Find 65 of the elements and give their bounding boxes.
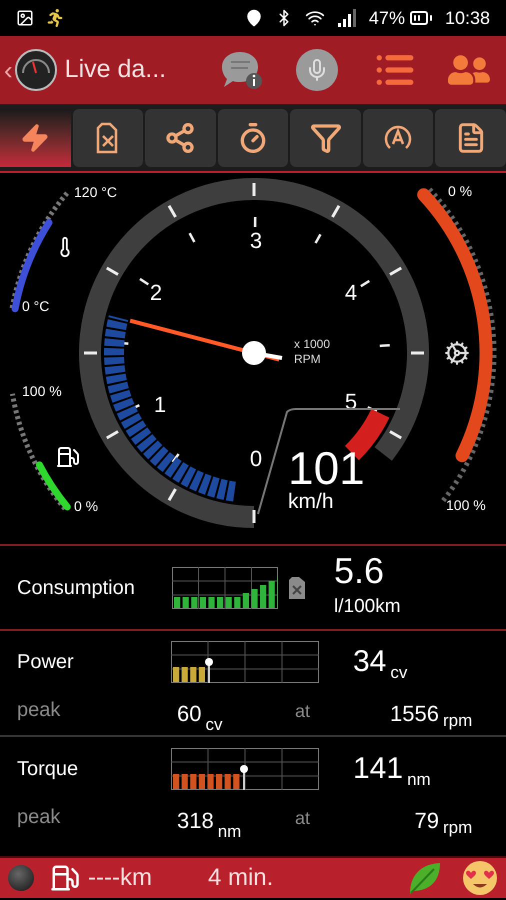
peak-label: peak: [17, 698, 62, 723]
trip-duration: 4 min.: [208, 863, 274, 893]
lightning-icon: [20, 123, 50, 153]
share-icon: [164, 122, 196, 154]
metric-unit: cv: [390, 664, 408, 681]
peak-unit: nm: [218, 823, 242, 840]
load-top-label: 0 %: [448, 183, 472, 199]
peak-rpm-value: 1556: [390, 703, 439, 725]
scale-number: 4: [344, 280, 358, 305]
fuel-pump-icon: [50, 863, 80, 893]
consumption-value: 5.6: [334, 553, 386, 590]
peak-label: peak: [17, 805, 62, 830]
toolbar-tab[interactable]: [218, 109, 288, 167]
toolbar-tab[interactable]: [145, 109, 216, 167]
clock-time: 10:38: [444, 6, 490, 30]
scale-number: 2: [150, 280, 162, 305]
peak-unit: cv: [205, 716, 222, 733]
range-text: ----km: [88, 863, 152, 893]
peak-value: 60: [177, 703, 202, 725]
back-chevron[interactable]: ‹: [4, 57, 13, 83]
toolbar-tab[interactable]: [290, 109, 361, 167]
temperature-max: 120 °C: [74, 184, 117, 200]
fuel-pump-icon: [58, 448, 78, 466]
peak-rpm-unit: rpm: [443, 819, 472, 836]
metric-unit: nm: [407, 771, 431, 788]
thermometer-icon: [61, 238, 69, 256]
toolbar-tab[interactable]: [0, 109, 71, 167]
status-indicator-icon: [8, 865, 34, 891]
temperature-min: 0 °C: [22, 298, 50, 314]
heart-eyes-emoji-icon: [462, 860, 498, 896]
toolbar-tab[interactable]: [362, 109, 434, 167]
jerrycan-icon: [288, 576, 306, 600]
filter-icon: [310, 122, 342, 154]
running-figure-icon: [46, 9, 64, 27]
signal-icon: [336, 9, 357, 27]
peak-rpm-value: 79: [414, 810, 439, 832]
fuel-min: 0 %: [74, 498, 98, 514]
scale-number: 3: [250, 228, 262, 253]
rpm-multiplier: x 1000: [294, 337, 330, 351]
fuel-fill: [36, 461, 71, 510]
microphone-button[interactable]: [296, 49, 338, 91]
at-label: at: [295, 700, 312, 723]
toolbar-tab[interactable]: [435, 109, 506, 167]
gear-icon: [446, 342, 468, 364]
screen-title: Live da...: [64, 54, 166, 86]
battery-percent: 47%: [368, 6, 405, 30]
scale-number: 1: [154, 392, 166, 417]
rpm-unit: RPM: [294, 352, 321, 366]
image-icon: [16, 9, 34, 27]
gauge-logo-icon: [14, 49, 57, 91]
at-label: at: [295, 807, 312, 830]
metric-label: Torque: [17, 757, 80, 782]
metric-label: Power: [17, 650, 75, 675]
location-pin-icon: [244, 9, 263, 27]
fuel-max: 100 %: [22, 383, 62, 399]
peak-rpm-unit: rpm: [443, 712, 472, 729]
jerrycan-icon: [96, 122, 120, 154]
scale-number: 0: [250, 446, 262, 471]
metric-value: 34: [353, 647, 386, 677]
metric-value: 141: [353, 754, 404, 784]
consumption-label: Consumption: [17, 576, 136, 600]
load-bottom-label: 100 %: [446, 497, 486, 513]
peak-value: 318: [177, 810, 214, 832]
toolbar-tab[interactable]: [72, 109, 144, 167]
consumption-unit: l/100km: [334, 595, 401, 620]
